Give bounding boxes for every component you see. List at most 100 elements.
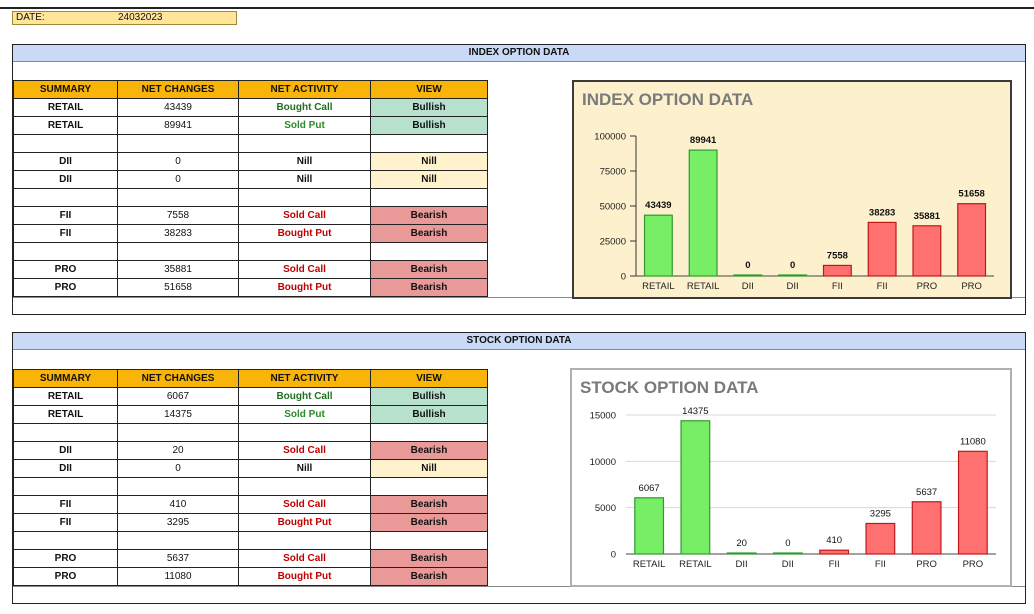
net-changes-cell[interactable]: 5637 <box>117 549 239 568</box>
view-cell[interactable]: Bearish <box>370 206 488 225</box>
view-cell[interactable]: Bullish <box>370 116 488 135</box>
view-cell[interactable]: Nill <box>370 152 488 171</box>
view-cell[interactable] <box>370 531 488 550</box>
net-changes-cell[interactable]: 3295 <box>117 513 239 532</box>
summary-cell[interactable]: RETAIL <box>13 98 118 117</box>
date-cell[interactable]: DATE: 24032023 <box>12 11 237 25</box>
net-activity-cell[interactable]: Bought Put <box>238 567 371 586</box>
net-activity-cell[interactable]: Bought Call <box>238 387 371 406</box>
summary-cell[interactable]: DII <box>13 441 118 460</box>
header-summary[interactable]: SUMMARY <box>13 369 118 388</box>
summary-cell[interactable]: PRO <box>13 549 118 568</box>
summary-cell[interactable]: PRO <box>13 567 118 586</box>
net-changes-cell[interactable]: 7558 <box>117 206 239 225</box>
view-cell[interactable]: Bearish <box>370 260 488 279</box>
view-cell[interactable]: Bearish <box>370 441 488 460</box>
view-cell[interactable]: Bearish <box>370 513 488 532</box>
view-cell[interactable]: Bearish <box>370 224 488 243</box>
summary-cell[interactable]: FII <box>13 224 118 243</box>
header-net-changes[interactable]: NET CHANGES <box>117 80 239 99</box>
view-cell[interactable] <box>370 242 488 261</box>
view-cell[interactable]: Bullish <box>370 98 488 117</box>
summary-cell[interactable]: RETAIL <box>13 405 118 424</box>
net-changes-cell[interactable]: 410 <box>117 495 239 514</box>
net-changes-cell[interactable]: 0 <box>117 152 239 171</box>
net-activity-cell[interactable] <box>238 134 371 153</box>
summary-cell[interactable]: RETAIL <box>13 387 118 406</box>
summary-cell[interactable]: DII <box>13 170 118 189</box>
view-cell[interactable] <box>370 188 488 207</box>
view-cell[interactable] <box>370 134 488 153</box>
net-changes-cell[interactable]: 89941 <box>117 116 239 135</box>
net-changes-cell[interactable] <box>117 423 239 442</box>
net-changes-cell[interactable]: 38283 <box>117 224 239 243</box>
net-activity-cell[interactable]: Sold Put <box>238 116 371 135</box>
net-activity-cell[interactable]: Sold Put <box>238 405 371 424</box>
net-activity-cell[interactable] <box>238 242 371 261</box>
net-changes-cell[interactable]: 43439 <box>117 98 239 117</box>
header-summary[interactable]: SUMMARY <box>13 80 118 99</box>
summary-cell[interactable]: FII <box>13 206 118 225</box>
summary-cell[interactable]: RETAIL <box>13 116 118 135</box>
header-view[interactable]: VIEW <box>370 369 488 388</box>
net-activity-cell[interactable]: Sold Call <box>238 441 371 460</box>
summary-cell[interactable]: DII <box>13 152 118 171</box>
net-activity-cell[interactable] <box>238 477 371 496</box>
view-cell[interactable]: Nill <box>370 170 488 189</box>
header-net-changes[interactable]: NET CHANGES <box>117 369 239 388</box>
net-activity-cell[interactable] <box>238 423 371 442</box>
net-changes-cell[interactable]: 11080 <box>117 567 239 586</box>
summary-cell[interactable]: FII <box>13 495 118 514</box>
net-activity-cell[interactable]: Nill <box>238 170 371 189</box>
view-cell[interactable]: Bearish <box>370 278 488 297</box>
header-view[interactable]: VIEW <box>370 80 488 99</box>
net-changes-cell[interactable] <box>117 531 239 550</box>
summary-cell[interactable] <box>13 242 118 261</box>
net-activity-cell[interactable] <box>238 531 371 550</box>
view-cell[interactable] <box>370 477 488 496</box>
summary-cell[interactable]: FII <box>13 513 118 532</box>
net-activity-cell[interactable]: Bought Put <box>238 278 371 297</box>
net-changes-cell[interactable] <box>117 477 239 496</box>
net-activity-cell[interactable]: Bought Put <box>238 513 371 532</box>
view-cell[interactable]: Bearish <box>370 567 488 586</box>
net-activity-cell[interactable]: Nill <box>238 152 371 171</box>
net-changes-cell[interactable]: 14375 <box>117 405 239 424</box>
net-activity-cell[interactable]: Sold Call <box>238 260 371 279</box>
summary-cell[interactable]: PRO <box>13 278 118 297</box>
view-cell[interactable]: Nill <box>370 459 488 478</box>
net-changes-cell[interactable] <box>117 242 239 261</box>
stock-option-table: SUMMARY NET CHANGES NET ACTIVITY VIEW RETAIL… <box>13 369 488 586</box>
header-net-activity[interactable]: NET ACTIVITY <box>238 369 371 388</box>
view-cell[interactable]: Bearish <box>370 549 488 568</box>
summary-cell[interactable]: DII <box>13 459 118 478</box>
net-activity-cell[interactable]: Sold Call <box>238 206 371 225</box>
view-cell[interactable]: Bearish <box>370 495 488 514</box>
net-activity-cell[interactable]: Bought Put <box>238 224 371 243</box>
summary-cell[interactable] <box>13 188 118 207</box>
view-cell[interactable]: Bullish <box>370 387 488 406</box>
summary-cell[interactable]: PRO <box>13 260 118 279</box>
summary-cell[interactable] <box>13 423 118 442</box>
net-activity-cell[interactable] <box>238 188 371 207</box>
summary-cell[interactable] <box>13 477 118 496</box>
summary-cell[interactable] <box>13 531 118 550</box>
net-activity-cell[interactable]: Bought Call <box>238 98 371 117</box>
net-changes-cell[interactable]: 0 <box>117 459 239 478</box>
net-changes-cell[interactable]: 51658 <box>117 278 239 297</box>
net-changes-cell[interactable]: 0 <box>117 170 239 189</box>
view-cell[interactable]: Bullish <box>370 405 488 424</box>
net-changes-cell[interactable]: 6067 <box>117 387 239 406</box>
summary-cell[interactable] <box>13 134 118 153</box>
chart-title: INDEX OPTION DATA <box>582 90 753 109</box>
net-changes-cell[interactable] <box>117 188 239 207</box>
net-changes-cell[interactable]: 20 <box>117 441 239 460</box>
net-activity-cell[interactable]: Sold Call <box>238 495 371 514</box>
net-changes-cell[interactable] <box>117 134 239 153</box>
view-cell[interactable] <box>370 423 488 442</box>
net-activity-cell[interactable]: Sold Call <box>238 549 371 568</box>
net-activity-cell[interactable]: Nill <box>238 459 371 478</box>
header-net-activity[interactable]: NET ACTIVITY <box>238 80 371 99</box>
x-tick-label: PRO <box>963 559 984 570</box>
net-changes-cell[interactable]: 35881 <box>117 260 239 279</box>
